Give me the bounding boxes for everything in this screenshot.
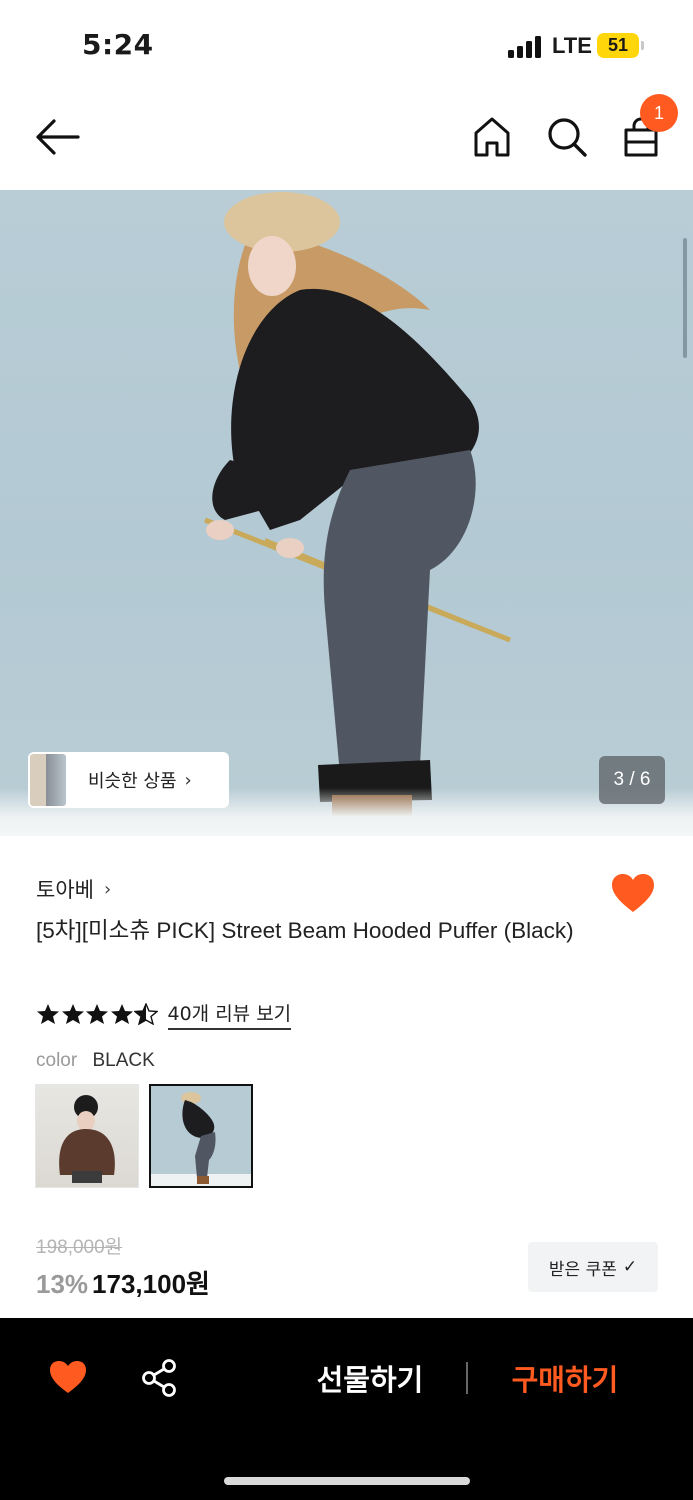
swatch-photo (59, 1095, 115, 1183)
chevron-right-icon: › (103, 878, 112, 900)
swatch-photo (151, 1092, 251, 1186)
top-navbar (0, 90, 693, 190)
product-image-carousel[interactable]: 비슷한 상품 › 3 / 6 (0, 190, 693, 836)
gift-button[interactable]: 선물하기 (300, 1358, 440, 1402)
similar-products-button[interactable]: 비슷한 상품 › (28, 752, 229, 808)
bottom-action-bar: 선물하기 구매하기 (0, 1318, 693, 1500)
coupon-button[interactable]: 받은 쿠폰 ✓ (528, 1242, 658, 1292)
half-star-icon (134, 1003, 158, 1025)
network-label: LTE (552, 33, 592, 58)
star-icon (86, 1004, 108, 1024)
battery-tip (641, 41, 644, 50)
star-icon (110, 1004, 133, 1024)
brand-link[interactable]: 토아베 › (36, 874, 111, 904)
sale-price: 173,100원 (92, 1269, 210, 1299)
buy-button[interactable]: 구매하기 (500, 1358, 630, 1402)
home-indicator (224, 1477, 470, 1485)
search-icon[interactable] (546, 116, 588, 158)
coupon-label: 받은 쿠폰 (548, 1259, 617, 1280)
color-swatch-brown[interactable] (35, 1084, 139, 1188)
divider (466, 1362, 468, 1394)
home-icon[interactable] (472, 116, 512, 158)
back-arrow-icon[interactable] (34, 117, 80, 157)
share-icon[interactable] (140, 1358, 178, 1398)
image-scrollbar[interactable] (683, 238, 687, 358)
status-bar: 5:24 LTE 51 (0, 0, 693, 90)
original-price: 198,000원 (36, 1237, 123, 1258)
product-title: [5차][미소츄 PICK] Street Beam Hooded Puffer… (36, 918, 574, 943)
status-time: 5:24 (82, 28, 154, 61)
similar-product-thumbnail (30, 754, 66, 806)
signal-icon (508, 36, 542, 58)
color-value: BLACK (92, 1050, 155, 1071)
review-link[interactable]: 40개 리뷰 보기 (167, 999, 292, 1030)
battery-icon: 51 (597, 33, 639, 58)
rating-row: 40개 리뷰 보기 (36, 998, 292, 1030)
wishlist-heart-icon[interactable] (48, 1359, 88, 1395)
image-page-counter: 3 / 6 (599, 756, 665, 804)
star-rating (36, 1003, 159, 1025)
discount-rate: 13% (36, 1269, 89, 1299)
color-row: color BLACK (36, 1050, 155, 1072)
color-label: color (36, 1050, 78, 1071)
brand-name: 토아베 (36, 878, 94, 902)
chevron-right-icon: › (184, 769, 192, 791)
check-icon: ✓ (622, 1257, 638, 1277)
star-icon (37, 1004, 59, 1024)
similar-products-label: 비슷한 상품 (88, 771, 177, 792)
product-photo (204, 192, 511, 836)
color-swatch-black[interactable] (149, 1084, 253, 1188)
star-icon (61, 1004, 84, 1024)
cart-count-badge: 1 (640, 94, 678, 132)
favorite-heart-icon[interactable] (610, 872, 656, 914)
price-row: 13% 173,100원 (36, 1264, 210, 1301)
